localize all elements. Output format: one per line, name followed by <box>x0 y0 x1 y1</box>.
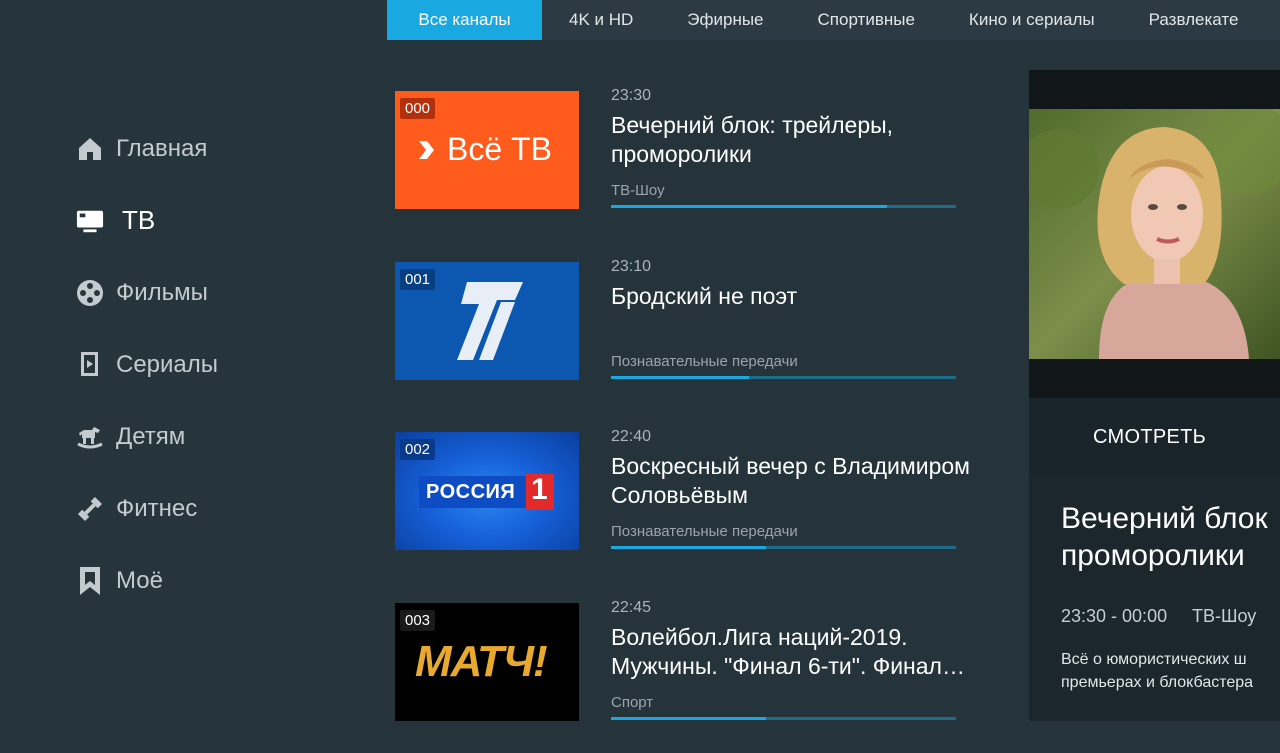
sidebar-item-label: Фитнес <box>116 495 198 522</box>
program-genre: ТВ-Шоу <box>611 182 665 199</box>
channel-number: 001 <box>400 269 436 290</box>
tab-broadcast[interactable]: Эфирные <box>660 0 790 40</box>
tab-4k-hd[interactable]: 4K и HD <box>542 0 660 40</box>
tv-icon <box>76 207 104 235</box>
program-title: Вечерний блок: трейлеры, проморолики <box>611 112 894 167</box>
dumbbell-icon <box>76 495 104 523</box>
sidebar: Главная ТВ Фильмы Сериалы Детям Фитнес М… <box>0 0 363 721</box>
channel-row[interactable]: 000 Всё ТВ 23:30 Вечерний блок: трейлеры… <box>395 87 995 241</box>
program-time: 23:30 <box>611 87 652 104</box>
program-title: Волейбол.Лига наций-2019. Мужчины. "Фина… <box>611 624 965 679</box>
tab-sports[interactable]: Спортивные <box>791 0 942 40</box>
channel-number: 000 <box>400 98 436 119</box>
progress-fill <box>611 376 749 379</box>
program-genre: Познавательные передачи <box>611 523 798 540</box>
watch-button-label[interactable]: СМОТРЕТЬ <box>1093 426 1206 449</box>
sidebar-item-label: Детям <box>116 423 186 450</box>
sidebar-item-label: Фильмы <box>116 279 208 306</box>
detail-title: Вечерний блок проморолики <box>1061 502 1268 572</box>
sidebar-item-home[interactable]: Главная <box>76 135 207 163</box>
sidebar-item-films[interactable]: Фильмы <box>76 279 208 307</box>
program-progress <box>611 546 956 549</box>
program-progress <box>611 376 956 379</box>
tab-movies-series[interactable]: Кино и сериалы <box>942 0 1122 40</box>
sidebar-item-fitness[interactable]: Фитнес <box>76 495 197 523</box>
sidebar-item-label: Главная <box>116 135 208 162</box>
bookmark-icon <box>76 567 104 595</box>
channel-logo-rossiya[interactable]: 002 РОССИЯ 1 <box>395 432 579 550</box>
rocking-horse-icon <box>76 423 104 451</box>
channel-logo-text: МАТЧ! <box>415 637 548 686</box>
sidebar-item-label: Сериалы <box>116 351 219 378</box>
series-icon <box>76 351 104 379</box>
program-title: Воскресный вечер с Владимиром Соловьёвым <box>611 453 970 508</box>
program-progress <box>611 717 956 720</box>
program-title: Бродский не поэт <box>611 283 798 309</box>
channel-row[interactable]: 002 РОССИЯ 1 22:40 Воскресный вечер с Вл… <box>395 428 995 582</box>
channel-logo-text: РОССИЯ <box>426 481 516 503</box>
channel-row[interactable]: 003 МАТЧ! 22:45 Волейбол.Лига наций-2019… <box>395 599 995 753</box>
tab-all-channels[interactable]: Все каналы <box>387 0 542 40</box>
category-tabs: Все каналы 4K и HD Эфирные Спортивные Ки… <box>387 0 1280 40</box>
channel-logo-match[interactable]: 003 МАТЧ! <box>395 603 579 721</box>
sidebar-item-tv[interactable]: ТВ <box>76 205 155 236</box>
progress-fill <box>611 546 767 549</box>
program-genre: Познавательные передачи <box>611 353 798 370</box>
sidebar-item-kids[interactable]: Детям <box>76 423 185 451</box>
tab-entertainment[interactable]: Развлекате <box>1122 0 1266 40</box>
perviy-one-logo <box>457 282 523 360</box>
sidebar-item-series[interactable]: Сериалы <box>76 351 218 379</box>
program-time: 22:40 <box>611 428 652 445</box>
channel-logo-vse-tv[interactable]: 000 Всё ТВ <box>395 91 579 209</box>
progress-fill <box>611 205 887 208</box>
detail-genre: ТВ-Шоу <box>1192 606 1257 626</box>
program-preview-image <box>1029 70 1280 398</box>
program-progress <box>611 205 956 208</box>
channel-number: 003 <box>400 610 436 631</box>
progress-fill <box>611 717 767 720</box>
detail-description: Всё о юмористических ш премьерах и блокб… <box>1061 651 1254 691</box>
channel-row[interactable]: 001 23:10 Бродский не поэт Познавательны… <box>395 258 995 412</box>
channel-logo-number: 1 <box>531 473 548 506</box>
sidebar-item-my[interactable]: Моё <box>76 567 163 595</box>
home-icon <box>76 135 104 163</box>
detail-time-range: 23:30 - 00:00 <box>1061 606 1168 626</box>
channel-logo-perviy[interactable]: 001 <box>395 262 579 380</box>
sidebar-item-label: ТВ <box>122 205 156 235</box>
channel-logo-text: Всё ТВ <box>447 131 552 167</box>
channel-number: 002 <box>400 439 436 460</box>
program-genre: Спорт <box>611 694 654 711</box>
sidebar-item-label: Моё <box>116 567 163 594</box>
program-time: 23:10 <box>611 258 652 275</box>
program-time: 22:45 <box>611 599 652 616</box>
film-reel-icon <box>76 279 104 307</box>
play-arrow-icon <box>419 141 434 159</box>
